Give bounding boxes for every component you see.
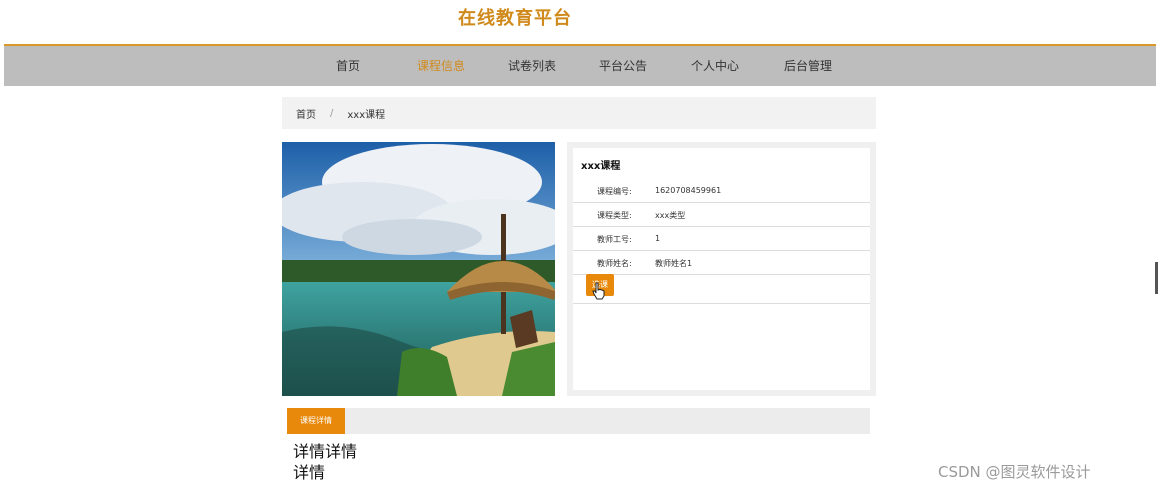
tab-course-detail[interactable]: 课程详情 — [287, 408, 345, 434]
detail-line: 详情 — [293, 463, 326, 482]
field-value: xxx类型 — [655, 211, 686, 220]
field-value: 1620708459961 — [655, 186, 722, 195]
site-title: 在线教育平台 — [458, 8, 572, 29]
hand-cursor-icon — [592, 282, 605, 300]
course-info-panel: xxx课程 课程编号: 1620708459961 课程类型: xxx类型 教师… — [567, 142, 876, 396]
divider — [573, 303, 870, 304]
breadcrumb: 首页 / xxx课程 — [282, 97, 876, 129]
detail-line: 详情详情 — [293, 442, 358, 461]
course-image — [282, 142, 555, 396]
scrollbar-thumb[interactable] — [1155, 262, 1158, 294]
breadcrumb-home[interactable]: 首页 — [296, 106, 316, 121]
field-label: 课程编号: — [597, 187, 632, 196]
nav-item-courses[interactable]: 课程信息 — [417, 46, 465, 86]
nav-item-profile[interactable]: 个人中心 — [691, 46, 739, 86]
field-value: 教师姓名1 — [655, 259, 693, 268]
top-nav: 首页 课程信息 试卷列表 平台公告 个人中心 后台管理 — [4, 44, 1156, 86]
nav-item-home[interactable]: 首页 — [336, 46, 360, 86]
course-field-row: 课程类型: xxx类型 — [573, 202, 870, 227]
field-label: 课程类型: — [597, 211, 632, 220]
course-field-row: 课程编号: 1620708459961 — [573, 178, 870, 203]
course-detail-content: 详情详情 详情 — [293, 441, 433, 483]
breadcrumb-separator: / — [330, 107, 334, 119]
nav-item-announcements[interactable]: 平台公告 — [599, 46, 647, 86]
course-name: xxx课程 — [581, 161, 621, 172]
nav-item-admin[interactable]: 后台管理 — [784, 46, 832, 86]
field-value: 1 — [655, 234, 661, 243]
watermark: CSDN @图灵软件设计 — [938, 463, 1091, 481]
field-label: 教师工号: — [597, 235, 632, 244]
field-label: 教师姓名: — [597, 259, 632, 268]
course-field-row: 教师工号: 1 — [573, 226, 870, 251]
detail-tab-bar — [287, 408, 870, 434]
course-field-row: 教师姓名: 教师姓名1 — [573, 250, 870, 275]
breadcrumb-current: xxx课程 — [347, 109, 386, 121]
nav-item-exams[interactable]: 试卷列表 — [508, 46, 556, 86]
